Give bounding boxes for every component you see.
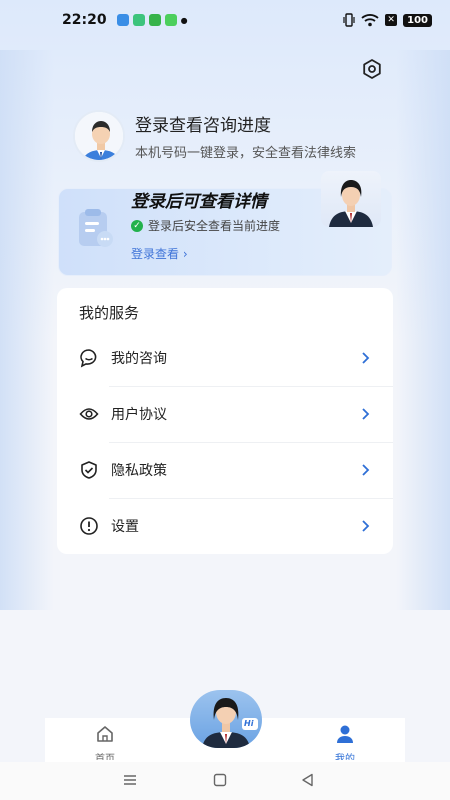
chat-bubble-icon bbox=[80, 349, 97, 368]
phone-notification-icon bbox=[164, 14, 177, 26]
login-view-link[interactable]: 登录查看 › bbox=[131, 245, 188, 262]
home-square-icon[interactable] bbox=[212, 772, 228, 788]
banner-title: 登录后可查看详情 bbox=[131, 192, 267, 212]
status-indicators: ✕ 100 bbox=[343, 13, 432, 27]
battery-indicator: 100 bbox=[403, 13, 432, 27]
login-title: 登录查看咨询进度 bbox=[135, 116, 271, 136]
back-triangle-icon[interactable] bbox=[300, 772, 316, 788]
service-item-label: 我的咨询 bbox=[111, 351, 167, 367]
system-navigation-bar bbox=[0, 762, 450, 800]
status-time: 22:20 bbox=[62, 12, 107, 28]
home-icon bbox=[97, 726, 113, 742]
tab-label: 我的 bbox=[335, 754, 355, 760]
tab-home[interactable]: 首页 bbox=[75, 724, 135, 760]
document-icon bbox=[79, 209, 113, 247]
chevron-right-icon bbox=[362, 408, 370, 420]
service-item-user-agreement[interactable]: 用户协议 bbox=[57, 386, 393, 442]
tab-mine[interactable]: 我的 bbox=[315, 724, 375, 760]
service-item-settings[interactable]: 设置 bbox=[57, 498, 393, 554]
banner-check-text: 登录后安全查看当前进度 bbox=[148, 219, 281, 233]
service-item-privacy-policy[interactable]: 隐私政策 bbox=[57, 442, 393, 498]
check-circle-icon: ✓ bbox=[131, 219, 143, 232]
service-item-label: 隐私政策 bbox=[111, 463, 167, 479]
status-app-icons: ● bbox=[116, 14, 188, 26]
chevron-right-icon bbox=[362, 520, 370, 532]
chevron-right-icon bbox=[362, 352, 370, 364]
service-item-label: 用户协议 bbox=[111, 407, 167, 423]
my-services-card: 我的服务 我的咨询 用户协议 隐私政策 设置 bbox=[57, 288, 393, 554]
app-notification-icon bbox=[148, 14, 161, 26]
info-circle-icon bbox=[80, 517, 98, 535]
more-dot-icon: ● bbox=[180, 15, 188, 25]
login-subtitle: 本机号码一键登录，安全查看法律线索 bbox=[135, 146, 357, 161]
eye-icon bbox=[79, 408, 99, 420]
vibrate-icon bbox=[343, 13, 355, 27]
service-item-my-consult[interactable]: 我的咨询 bbox=[57, 330, 393, 386]
service-item-label: 设置 bbox=[111, 519, 139, 535]
services-title: 我的服务 bbox=[79, 304, 140, 322]
shield-check-icon bbox=[81, 461, 97, 479]
menu-icon[interactable] bbox=[122, 772, 138, 788]
no-sim-icon: ✕ bbox=[385, 14, 398, 26]
hi-badge: Hi bbox=[244, 719, 254, 728]
settings-icon[interactable] bbox=[361, 58, 383, 80]
person-icon bbox=[337, 725, 353, 743]
banner-check-row: ✓ 登录后安全查看当前进度 bbox=[131, 217, 280, 234]
lawyer-portrait-icon bbox=[329, 180, 373, 227]
app-notification-icon bbox=[132, 14, 145, 26]
app-notification-icon bbox=[116, 14, 129, 26]
chevron-right-icon bbox=[362, 464, 370, 476]
user-avatar-icon bbox=[75, 112, 123, 160]
status-bar: 22:20 ● ✕ 100 bbox=[0, 0, 450, 40]
login-banner[interactable]: 登录后可查看详情 ✓ 登录后安全查看当前进度 登录查看 › bbox=[58, 171, 392, 276]
login-profile[interactable]: 登录查看咨询进度 本机号码一键登录，安全查看法律线索 bbox=[73, 110, 356, 162]
floating-consult-button[interactable]: Hi bbox=[190, 690, 262, 748]
main-content: 登录查看咨询进度 本机号码一键登录，安全查看法律线索 登录后可查看详情 ✓ 登录… bbox=[45, 40, 405, 730]
avatar bbox=[73, 110, 125, 162]
lawyer-avatar bbox=[321, 171, 381, 227]
wifi-icon bbox=[361, 14, 379, 27]
tab-label: 首页 bbox=[95, 754, 115, 760]
